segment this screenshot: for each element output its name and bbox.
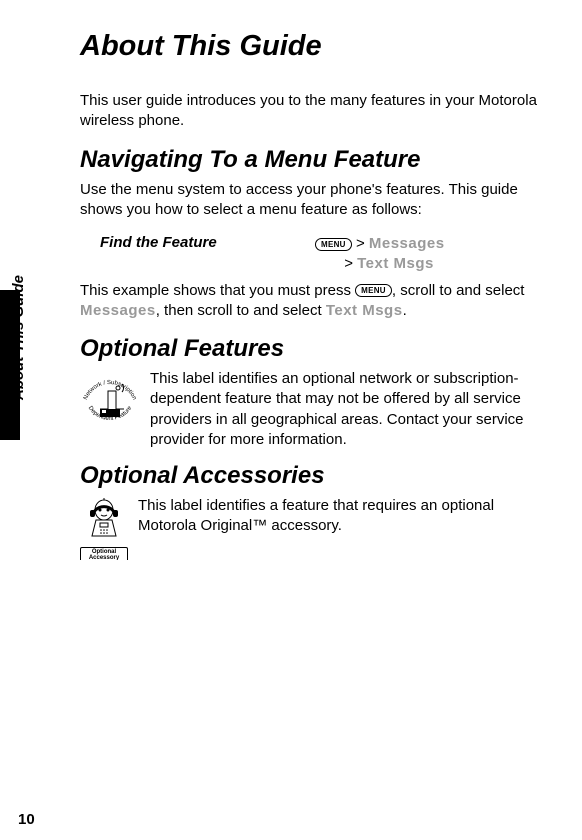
intro-paragraph: This user guide introduces you to the ma…	[80, 91, 552, 132]
ui-textmsgs: Text Msgs	[357, 255, 434, 272]
icon-text-top: Network / Subscription	[83, 380, 137, 401]
optional-accessories-heading: Optional Accessories	[80, 462, 552, 490]
nav-body: Use the menu system to access your phone…	[80, 180, 552, 221]
page-title: About This Guide	[80, 30, 552, 63]
nav-heading: Navigating To a Menu Feature	[80, 146, 552, 174]
ui-textmsgs: Text Msgs	[326, 302, 403, 319]
ui-messages: Messages	[369, 235, 445, 252]
page-number: 10	[18, 811, 35, 828]
text: .	[403, 302, 407, 319]
network-feature-icon: Network / Subscription Dependent Feature	[80, 371, 140, 433]
find-feature-label: Find the Feature	[100, 234, 280, 251]
icon-label-box: Optional Accessory	[80, 547, 128, 560]
find-feature-steps: MENU > Messages > Text Msgs	[280, 234, 552, 275]
optional-features-body: This label identifies an optional networ…	[80, 369, 552, 450]
nav-explain: This example shows that you must press M…	[80, 281, 552, 322]
optional-features-heading: Optional Features	[80, 335, 552, 363]
optional-accessories-body: This label identifies a feature that req…	[80, 496, 552, 537]
text: , then scroll to and select	[156, 302, 326, 319]
menu-key-icon: MENU	[315, 238, 352, 251]
optional-accessory-icon: Optional Accessory	[80, 498, 128, 560]
svg-text:Network / Subscription: Network / Subscription	[83, 380, 137, 401]
text: , scroll to and select	[392, 282, 525, 299]
gt: >	[356, 235, 365, 252]
find-feature-row: Find the Feature MENU > Messages > Text …	[100, 234, 552, 275]
gt: >	[344, 255, 353, 272]
optional-features-block: Network / Subscription Dependent Feature…	[80, 369, 552, 450]
menu-key-icon: MENU	[355, 284, 392, 297]
icon-label-2: Accessory	[89, 555, 119, 560]
page-content: About This Guide This user guide introdu…	[0, 0, 582, 590]
text: This example shows that you must press	[80, 282, 355, 299]
ui-messages: Messages	[80, 302, 156, 319]
optional-accessories-block: Optional Accessory This label identifies…	[80, 496, 552, 560]
